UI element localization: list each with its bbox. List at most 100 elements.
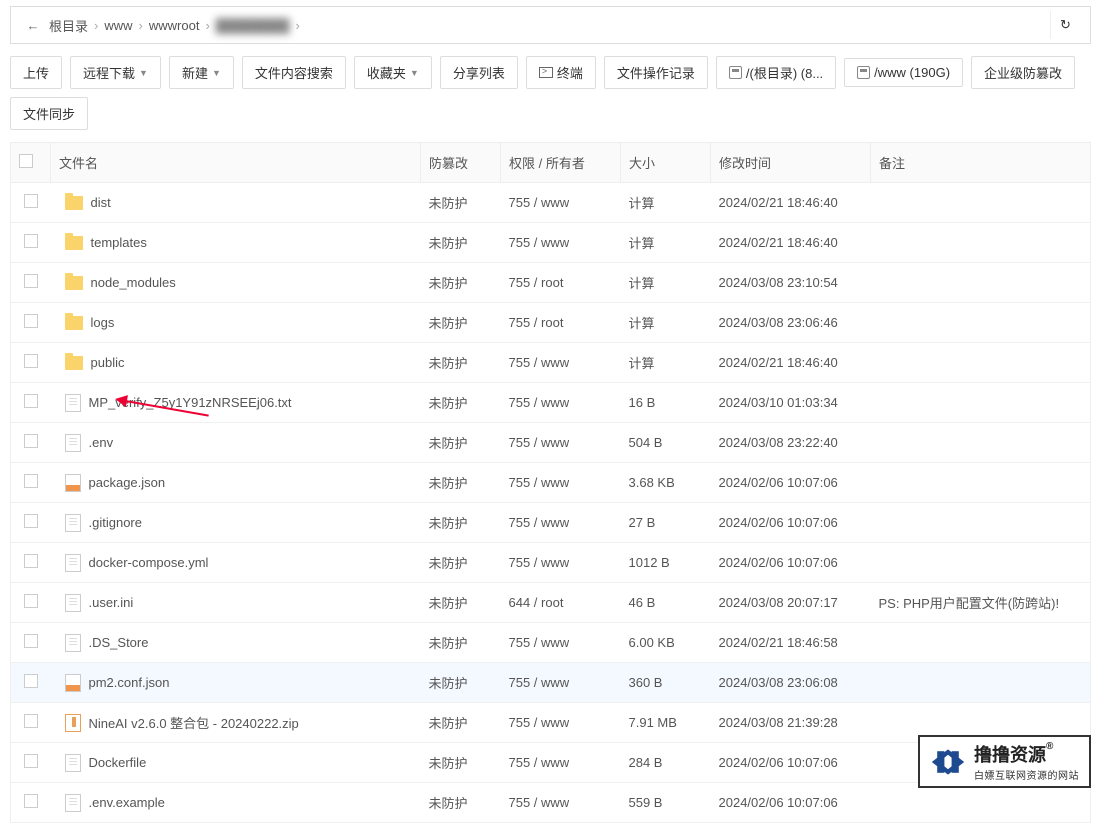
permission-owner[interactable]: 755 / www — [501, 503, 621, 543]
table-row[interactable]: logs未防护755 / root计算2024/03/08 23:06:46 — [11, 303, 1091, 343]
col-filename[interactable]: 文件名 — [51, 143, 421, 183]
row-checkbox[interactable] — [24, 714, 38, 728]
table-row[interactable]: .gitignore未防护755 / www27 B2024/02/06 10:… — [11, 503, 1091, 543]
table-row[interactable]: templates未防护755 / www计算2024/02/21 18:46:… — [11, 223, 1091, 263]
file-table: 文件名 防篡改 权限 / 所有者 大小 修改时间 备注 dist未防护755 /… — [10, 142, 1091, 823]
refresh-icon[interactable]: ↻ — [1050, 11, 1080, 39]
row-checkbox[interactable] — [24, 674, 38, 688]
file-name[interactable]: Dockerfile — [89, 755, 147, 770]
share-list-button[interactable]: 分享列表 — [440, 56, 518, 89]
file-name[interactable]: .user.ini — [89, 595, 134, 610]
enterprise-button[interactable]: 企业级防篡改 — [971, 56, 1075, 89]
caret-down-icon: ▼ — [212, 68, 221, 78]
file-name[interactable]: .env — [89, 435, 114, 450]
table-row[interactable]: .DS_Store未防护755 / www6.00 KB2024/02/21 1… — [11, 623, 1091, 663]
table-row[interactable]: MP_verify_Z5y1Y91zNRSEEj06.txt未防护755 / w… — [11, 383, 1091, 423]
row-checkbox[interactable] — [24, 514, 38, 528]
crumb-www[interactable]: www — [100, 18, 136, 33]
file-name[interactable]: .gitignore — [89, 515, 142, 530]
file-note — [871, 423, 1091, 463]
permission-owner[interactable]: 755 / root — [501, 263, 621, 303]
row-checkbox[interactable] — [24, 634, 38, 648]
table-row[interactable]: package.json未防护755 / www3.68 KB2024/02/0… — [11, 463, 1091, 503]
folder-icon — [65, 276, 83, 290]
file-note — [871, 263, 1091, 303]
table-row[interactable]: .env未防护755 / www504 B2024/03/08 23:22:40 — [11, 423, 1091, 463]
file-size[interactable]: 计算 — [621, 303, 711, 343]
file-name[interactable]: pm2.conf.json — [89, 675, 170, 690]
favorites-button[interactable]: 收藏夹▼ — [354, 56, 432, 89]
permission-owner[interactable]: 755 / www — [501, 663, 621, 703]
disk-root-button[interactable]: /(根目录) (8... — [716, 56, 836, 89]
crumb-wwwroot[interactable]: wwwroot — [145, 18, 204, 33]
permission-owner[interactable]: 755 / www — [501, 343, 621, 383]
col-modified[interactable]: 修改时间 — [711, 143, 871, 183]
protect-status: 未防护 — [421, 343, 501, 383]
permission-owner[interactable]: 755 / www — [501, 463, 621, 503]
back-icon[interactable]: ← — [21, 18, 45, 33]
file-size[interactable]: 计算 — [621, 343, 711, 383]
terminal-button[interactable]: 终端 — [526, 56, 596, 89]
new-button[interactable]: 新建▼ — [169, 56, 234, 89]
search-button[interactable]: 文件内容搜索 — [242, 56, 346, 89]
permission-owner[interactable]: 755 / www — [501, 703, 621, 743]
upload-button[interactable]: 上传 — [10, 56, 62, 89]
permission-owner[interactable]: 755 / www — [501, 383, 621, 423]
row-checkbox[interactable] — [24, 274, 38, 288]
col-note[interactable]: 备注 — [871, 143, 1091, 183]
table-row[interactable]: pm2.conf.json未防护755 / www360 B2024/03/08… — [11, 663, 1091, 703]
row-checkbox[interactable] — [24, 394, 38, 408]
row-checkbox[interactable] — [24, 194, 38, 208]
file-name[interactable]: logs — [91, 315, 115, 330]
row-checkbox[interactable] — [24, 314, 38, 328]
file-size[interactable]: 计算 — [621, 223, 711, 263]
permission-owner[interactable]: 755 / www — [501, 743, 621, 783]
sync-button[interactable]: 文件同步 — [10, 97, 88, 130]
table-row[interactable]: docker-compose.yml未防护755 / www1012 B2024… — [11, 543, 1091, 583]
disk-icon — [857, 66, 870, 79]
row-checkbox[interactable] — [24, 234, 38, 248]
table-row[interactable]: .env.example未防护755 / www559 B2024/02/06 … — [11, 783, 1091, 823]
file-history-button[interactable]: 文件操作记录 — [604, 56, 708, 89]
disk-www-button[interactable]: /www (190G) — [844, 58, 963, 87]
table-row[interactable]: public未防护755 / www计算2024/02/21 18:46:40 — [11, 343, 1091, 383]
row-checkbox[interactable] — [24, 754, 38, 768]
table-row[interactable]: node_modules未防护755 / root计算2024/03/08 23… — [11, 263, 1091, 303]
permission-owner[interactable]: 755 / www — [501, 543, 621, 583]
crumb-root[interactable]: 根目录 — [45, 16, 92, 35]
remote-download-button[interactable]: 远程下载▼ — [70, 56, 161, 89]
row-checkbox[interactable] — [24, 594, 38, 608]
permission-owner[interactable]: 755 / www — [501, 623, 621, 663]
col-size[interactable]: 大小 — [621, 143, 711, 183]
file-name[interactable]: node_modules — [91, 275, 176, 290]
file-name[interactable]: public — [91, 355, 125, 370]
file-name[interactable]: templates — [91, 235, 147, 250]
row-checkbox[interactable] — [24, 474, 38, 488]
crumb-blurred[interactable]: ████████ — [212, 18, 294, 33]
permission-owner[interactable]: 755 / root — [501, 303, 621, 343]
file-size[interactable]: 计算 — [621, 263, 711, 303]
file-name[interactable]: MP_verify_Z5y1Y91zNRSEEj06.txt — [89, 395, 292, 410]
file-size: 6.00 KB — [621, 623, 711, 663]
table-row[interactable]: dist未防护755 / www计算2024/02/21 18:46:40 — [11, 183, 1091, 223]
row-checkbox[interactable] — [24, 554, 38, 568]
file-name[interactable]: package.json — [89, 475, 166, 490]
permission-owner[interactable]: 755 / www — [501, 183, 621, 223]
file-name[interactable]: .env.example — [89, 795, 165, 810]
permission-owner[interactable]: 755 / www — [501, 223, 621, 263]
file-size[interactable]: 计算 — [621, 183, 711, 223]
table-row[interactable]: .user.ini未防护644 / root46 B2024/03/08 20:… — [11, 583, 1091, 623]
row-checkbox[interactable] — [24, 354, 38, 368]
col-permission[interactable]: 权限 / 所有者 — [501, 143, 621, 183]
row-checkbox[interactable] — [24, 434, 38, 448]
file-name[interactable]: docker-compose.yml — [89, 555, 209, 570]
col-protect[interactable]: 防篡改 — [421, 143, 501, 183]
file-name[interactable]: dist — [91, 195, 111, 210]
row-checkbox[interactable] — [24, 794, 38, 808]
select-all-checkbox[interactable] — [19, 154, 33, 168]
permission-owner[interactable]: 755 / www — [501, 783, 621, 823]
permission-owner[interactable]: 755 / www — [501, 423, 621, 463]
file-name[interactable]: .DS_Store — [89, 635, 149, 650]
file-name[interactable]: NineAI v2.6.0 整合包 - 20240222.zip — [89, 713, 299, 732]
permission-owner[interactable]: 644 / root — [501, 583, 621, 623]
